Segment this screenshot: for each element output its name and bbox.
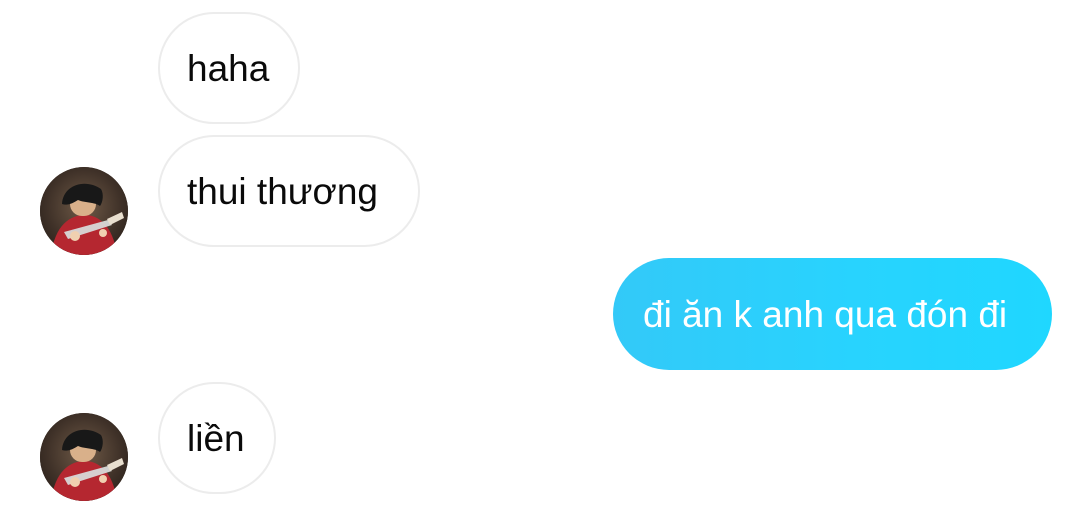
message-text: haha (187, 47, 270, 89)
sent-message-bubble[interactable]: đi ăn k anh qua đón đi (613, 258, 1052, 370)
message-text: thui thương (187, 170, 378, 212)
avatar-image (40, 167, 128, 255)
received-message-bubble[interactable]: haha (158, 12, 300, 124)
received-message-bubble[interactable]: thui thương (158, 135, 420, 247)
message-text: liền (187, 417, 245, 459)
avatar-image (40, 413, 128, 501)
avatar-icon[interactable] (40, 413, 128, 501)
chat-thread: haha thui thương đi ăn k anh qua đón đi (0, 0, 1080, 508)
received-message-bubble[interactable]: liền (158, 382, 276, 494)
avatar-icon[interactable] (40, 167, 128, 255)
message-text: đi ăn k anh qua đón đi (643, 293, 1008, 335)
